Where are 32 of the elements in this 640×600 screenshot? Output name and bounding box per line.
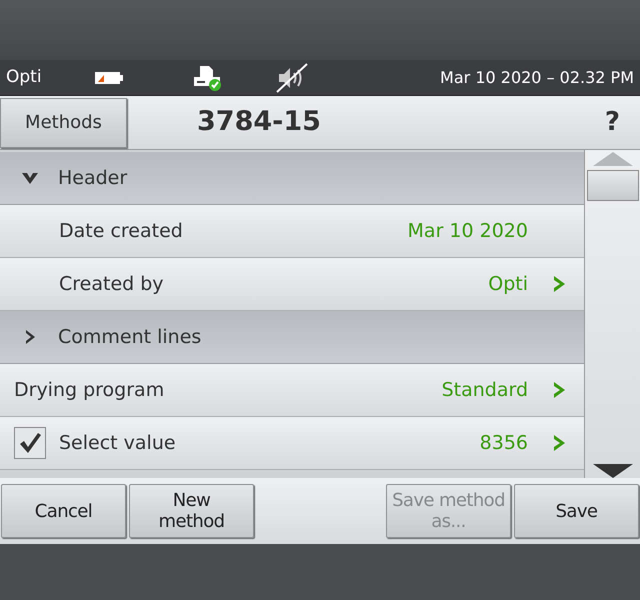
- list-row[interactable]: Date created Mar 10 2020: [0, 205, 584, 258]
- check-icon: [18, 431, 42, 455]
- scrollbar[interactable]: [585, 150, 640, 478]
- method-title: 3784-15: [197, 105, 321, 140]
- row-label: Select value: [59, 430, 176, 456]
- scroll-up-icon[interactable]: [592, 152, 632, 166]
- methods-button[interactable]: Methods: [0, 98, 127, 148]
- list-row[interactable]: Select value 8356: [0, 417, 584, 470]
- section-header[interactable]: Header: [0, 152, 584, 205]
- row-value: Mar 10 2020: [408, 218, 528, 244]
- row-label: Drying program: [14, 378, 164, 403]
- row-label: Created by: [59, 272, 164, 297]
- action-button[interactable]: New method: [129, 484, 254, 538]
- list-row[interactable]: Created by Opti: [0, 258, 584, 311]
- section-label: Comment lines: [58, 324, 202, 350]
- checkbox[interactable]: [14, 427, 46, 459]
- muted-speaker-icon: [275, 62, 309, 94]
- row-value: Standard: [442, 378, 528, 403]
- action-button[interactable]: Save: [514, 484, 639, 538]
- scroll-thumb[interactable]: [586, 170, 638, 201]
- battery-icon: [94, 70, 124, 84]
- row-value: 8356: [480, 430, 528, 456]
- section-label: Header: [58, 166, 128, 191]
- help-button[interactable]: ?: [604, 103, 620, 142]
- date-time: Mar 10 2020 – 02.32 PM: [440, 66, 634, 88]
- printer-icon: [192, 64, 222, 90]
- user-name: Opti: [6, 66, 43, 89]
- section-header[interactable]: Comment lines: [0, 311, 584, 364]
- list-row[interactable]: Drying program Standard: [0, 364, 584, 417]
- row-value: Opti: [488, 272, 528, 297]
- row-label: Date created: [59, 218, 183, 244]
- action-button[interactable]: Cancel: [1, 484, 126, 538]
